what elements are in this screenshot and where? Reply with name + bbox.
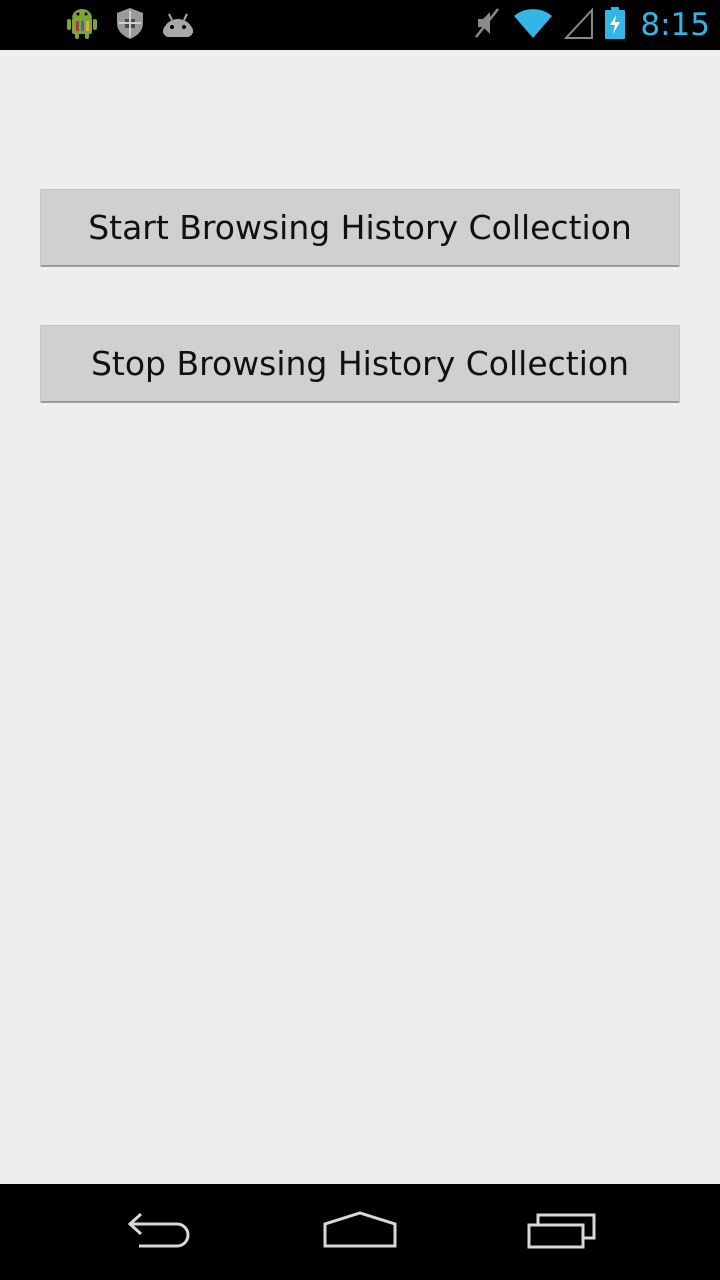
security-shield-icon (112, 5, 148, 46)
vibrate-muted-icon (472, 6, 502, 45)
home-button[interactable] (300, 1202, 420, 1262)
wifi-icon (512, 6, 554, 45)
recents-icon (526, 1210, 598, 1255)
android-robot-icon (64, 5, 100, 46)
start-browsing-history-collection-button[interactable]: Start Browsing History Collection (40, 189, 680, 267)
recents-button[interactable] (502, 1202, 622, 1262)
back-icon (125, 1210, 195, 1255)
android-head-icon (160, 5, 196, 46)
battery-charging-icon (604, 6, 626, 45)
status-clock: 8:15 (640, 7, 710, 43)
navigation-bar (0, 1184, 720, 1280)
home-icon (322, 1210, 398, 1255)
system-icons: 8:15 (472, 0, 710, 50)
back-button[interactable] (100, 1202, 220, 1262)
stop-browsing-history-collection-button[interactable]: Stop Browsing History Collection (40, 325, 680, 403)
status-bar: 8:15 (0, 0, 720, 50)
main-content: Start Browsing History Collection Stop B… (0, 50, 720, 1184)
notification-icons (64, 6, 196, 44)
signal-icon (564, 6, 594, 45)
